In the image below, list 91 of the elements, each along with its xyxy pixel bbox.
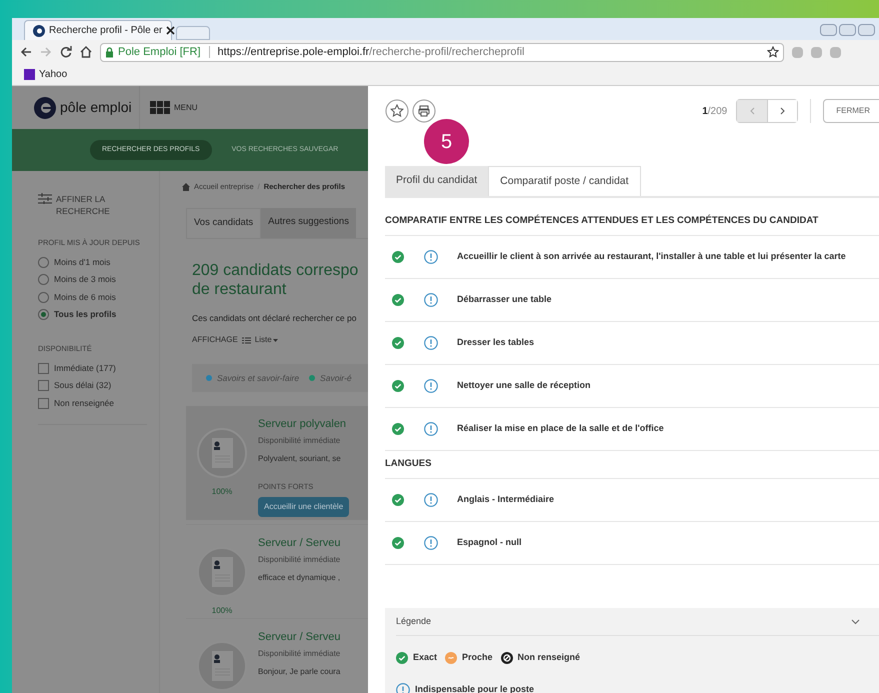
extension-icon[interactable]: [811, 46, 822, 58]
candidate-title[interactable]: Serveur / Serveu: [258, 535, 341, 552]
filter-option-label: Non renseignée: [54, 396, 114, 410]
page-total: /209: [708, 104, 728, 118]
filter-option-label: Moins de 6 mois: [54, 290, 116, 304]
skill-label: Réaliser la mise en place de la salle et de l'office: [457, 422, 664, 436]
results-tab[interactable]: Autres suggestions: [261, 208, 356, 238]
lock-icon: [105, 46, 114, 58]
skill-label: Espagnol - null: [457, 536, 522, 550]
radio-button[interactable]: [38, 274, 49, 285]
legend-title: Légende: [396, 614, 432, 628]
filter-icon: [38, 193, 52, 204]
legend-label: Savoirs et savoir-faire: [217, 372, 300, 385]
grid-icon[interactable]: [150, 101, 170, 114]
secure-label: Pole Emploi [FR]: [118, 44, 201, 60]
caret-icon: [272, 338, 278, 342]
print-icon[interactable]: [412, 99, 436, 123]
skill-label: Anglais - Intermédiaire: [457, 493, 554, 506]
logo-text: pôle emploi: [60, 98, 132, 117]
filter-title: AFFINER LA RECHERCHE: [56, 193, 111, 217]
results-tab[interactable]: Vos candidats: [186, 208, 262, 238]
filter-option-label: Moins d'1 mois: [54, 256, 110, 268]
home-icon[interactable]: [80, 46, 92, 58]
tab-title: Recherche profil - Pôle er: [49, 24, 162, 38]
availability-text: Disponibilité immédiate: [258, 554, 341, 566]
filter-option-label: Sous délai (32): [54, 379, 112, 392]
candidate-title[interactable]: Serveur / Serveu: [258, 629, 341, 646]
bookmark-link[interactable]: Yahoo: [39, 67, 68, 82]
logo-icon: [34, 96, 56, 118]
results-heading: de restaurant: [192, 280, 288, 298]
results-description: Ces candidats ont déclaré rechercher ce po: [192, 312, 358, 324]
radio-button[interactable]: [38, 309, 49, 320]
skill-label: Nettoyer une salle de réception: [457, 379, 591, 392]
star-icon[interactable]: [767, 46, 779, 58]
chevron-down-icon[interactable]: [851, 618, 860, 624]
checkbox[interactable]: [38, 380, 49, 392]
close-icon[interactable]: [166, 26, 176, 35]
candidate-summary: Bonjour, Je parle coura: [258, 666, 341, 678]
candidate-title[interactable]: Serveur polyvalen: [258, 416, 350, 433]
legend-item-label: Non renseigné: [518, 651, 580, 664]
address-bar[interactable]: Pole Emploi [FR] https://entreprise.pole-emploi.fr/recherche-profil/rechercheprofil: [100, 42, 784, 62]
skill-label: Débarrasser une table: [457, 293, 552, 306]
strength-tag: Accueillir une clientèle: [258, 497, 350, 517]
list-icon: [242, 336, 251, 344]
profile-tab[interactable]: Comparatif poste / candidat: [488, 166, 641, 196]
menu-label[interactable]: MENU: [174, 102, 198, 114]
chevron-right-icon: [780, 107, 786, 115]
availability-text: Disponibilité immédiate: [258, 434, 342, 447]
candidate-card[interactable]: Serveur / Serveu Disponibilité immédiate Bonjour, Je parle coura: [186, 618, 368, 693]
legend-label: Savoir-é: [320, 372, 352, 385]
candidate-card[interactable]: 100% Serveur / Serveu Disponibilité immédiate efficace et dynamique ,: [186, 524, 368, 614]
site-icon: [33, 24, 45, 36]
legend-item-label: Proche: [462, 651, 493, 664]
extension-icon[interactable]: [830, 46, 841, 58]
bookmark-icon: [24, 69, 35, 80]
close-button[interactable]: FERMER: [823, 99, 879, 123]
legend-item-label: Exact: [413, 651, 438, 664]
match-score: 100%: [212, 605, 232, 618]
section-heading: LANGUES: [385, 451, 879, 479]
filter-option-label: Tous les profils: [54, 308, 116, 321]
forward-icon[interactable]: [40, 46, 52, 58]
display-dropdown[interactable]: Liste: [254, 334, 272, 346]
resume-avatar-icon: [197, 547, 247, 598]
display-label: AFFICHAGE: [192, 334, 238, 346]
checkbox[interactable]: [38, 362, 49, 374]
candidate-summary: Polyvalent, souriant, se: [258, 452, 342, 465]
results-heading: 209 candidats correspo: [192, 260, 360, 280]
next-button[interactable]: [767, 100, 798, 122]
availability-text: Disponibilité immédiate: [258, 648, 341, 660]
url-text: https://entreprise.pole-emploi.fr/recherche-profil/rechercheprofil: [218, 44, 524, 60]
back-icon[interactable]: [20, 46, 32, 58]
step-badge: 5: [424, 119, 469, 164]
skill-label: Dresser les tables: [457, 336, 534, 350]
filter-option-label: Moins de 3 mois: [54, 273, 116, 286]
radio-button[interactable]: [38, 256, 49, 268]
browser-tab[interactable]: Recherche profil - Pôle er: [24, 20, 172, 40]
extension-icon[interactable]: [792, 46, 803, 58]
previous-button[interactable]: [737, 100, 768, 122]
radio-button[interactable]: [38, 292, 49, 302]
page-current: 1: [702, 104, 708, 118]
section-heading: COMPARATIF ENTRE LES COMPÉTENCES ATTENDUES ET LES COMPÉTENCES DU CANDIDAT: [385, 208, 879, 236]
filter-option-label: Immédiate (177): [54, 362, 116, 375]
resume-avatar-icon: [197, 428, 247, 478]
profile-tab[interactable]: Profil du candidat: [385, 166, 488, 196]
checkbox[interactable]: [38, 398, 49, 409]
skill-label: Accueillir le client à son arrivée au restaurant, l'installer à une table et lui présenter la carte: [457, 250, 846, 264]
reload-icon[interactable]: [60, 46, 72, 58]
chevron-left-icon: [750, 107, 755, 115]
match-score: 100%: [212, 486, 232, 498]
candidate-summary: efficace et dynamique ,: [258, 572, 341, 584]
home-icon: [182, 182, 190, 191]
